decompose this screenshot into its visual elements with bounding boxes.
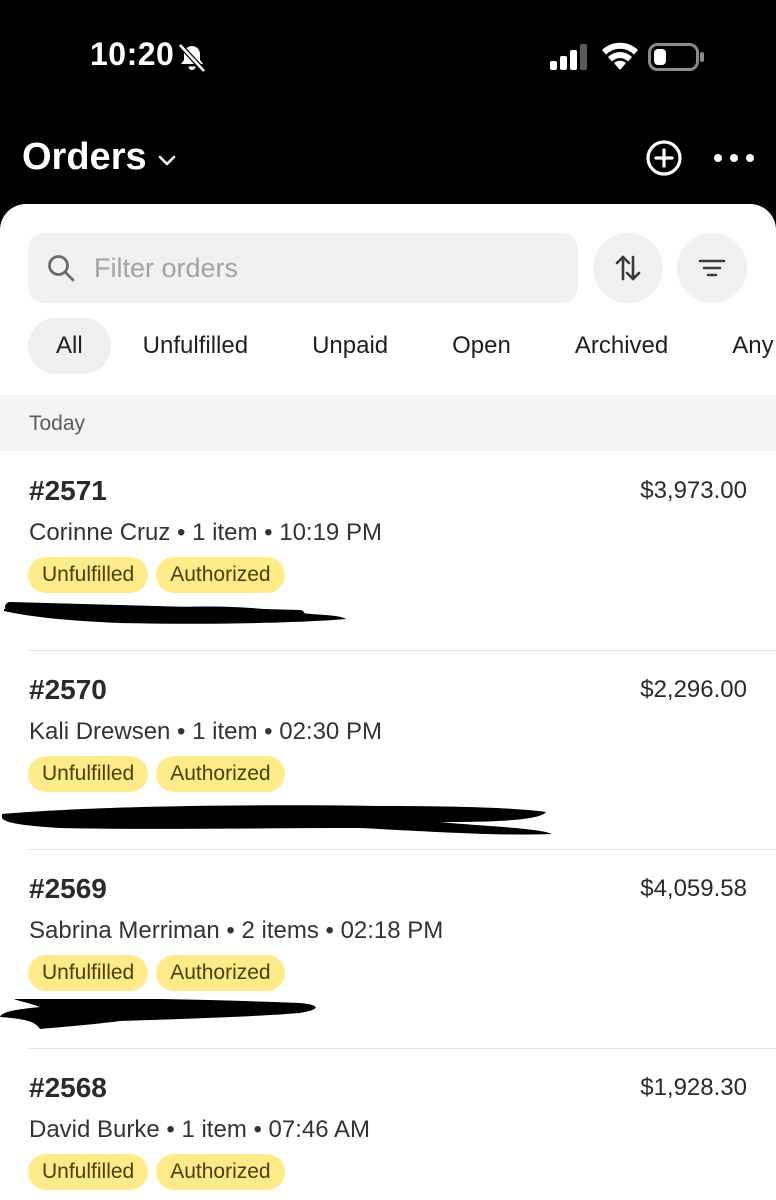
tab-all[interactable]: All	[28, 318, 111, 374]
fulfillment-status-badge: Unfulfilled	[28, 756, 149, 792]
order-row[interactable]: #2570 $2,296.00 Kali Drewsen • 1 item • …	[0, 650, 776, 849]
order-meta: David Burke • 1 item • 07:46 AM	[29, 1116, 370, 1143]
order-number: #2569	[29, 873, 107, 904]
order-meta: Kali Drewsen • 1 item • 02:30 PM	[29, 718, 382, 745]
order-number: #2568	[29, 1072, 107, 1103]
section-header: Today	[0, 395, 776, 451]
more-options-button[interactable]	[712, 142, 756, 174]
fulfillment-status-badge: Unfulfilled	[28, 1154, 149, 1190]
payment-status-badge: Authorized	[156, 1154, 285, 1190]
status-bar: 10:20	[0, 0, 776, 110]
bell-slash-icon	[178, 43, 206, 73]
fulfillment-status-badge: Unfulfilled	[28, 955, 149, 991]
tab-open[interactable]: Open	[420, 318, 543, 374]
payment-status-badge: Authorized	[156, 955, 285, 991]
order-badges: Unfulfilled Authorized	[28, 1154, 293, 1190]
orders-view-selector[interactable]: Orders	[22, 136, 179, 179]
app-header: Orders	[0, 110, 776, 210]
order-number: #2571	[29, 475, 107, 506]
order-meta: Sabrina Merriman • 2 items • 02:18 PM	[29, 917, 444, 944]
redaction-scribble	[0, 999, 316, 1029]
payment-status-badge: Authorized	[156, 756, 285, 792]
orders-sheet: All Unfulfilled Unpaid Open Archived Any…	[0, 204, 776, 1200]
wifi-icon	[602, 42, 638, 70]
order-total: $4,059.58	[640, 875, 747, 902]
order-badges: Unfulfilled Authorized	[28, 955, 293, 991]
tab-archived[interactable]: Archived	[543, 318, 700, 374]
tab-unfulfilled[interactable]: Unfulfilled	[111, 318, 280, 374]
cellular-signal-icon	[550, 44, 587, 70]
search-box[interactable]	[28, 233, 578, 303]
order-total: $1,928.30	[640, 1074, 747, 1101]
order-list: #2571 $3,973.00 Corinne Cruz • 1 item • …	[0, 451, 776, 1200]
order-badges: Unfulfilled Authorized	[28, 557, 293, 593]
battery-icon	[648, 43, 704, 71]
section-label: Today	[29, 412, 86, 435]
filter-button[interactable]	[677, 233, 747, 303]
more-horizontal-icon	[714, 154, 722, 162]
order-number: #2570	[29, 674, 107, 705]
status-time: 10:20	[90, 36, 175, 72]
order-row[interactable]: #2571 $3,973.00 Corinne Cruz • 1 item • …	[0, 451, 776, 650]
sort-button[interactable]	[593, 233, 663, 303]
payment-status-badge: Authorized	[156, 557, 285, 593]
chevron-down-icon	[158, 155, 175, 165]
sort-arrows-icon	[615, 255, 641, 281]
add-order-button[interactable]	[644, 138, 684, 178]
order-row[interactable]: #2568 $1,928.30 David Burke • 1 item • 0…	[0, 1048, 776, 1200]
tab-unpaid[interactable]: Unpaid	[280, 318, 420, 374]
filter-lines-icon	[698, 259, 726, 277]
redaction-scribble	[2, 805, 552, 835]
order-meta: Corinne Cruz • 1 item • 10:19 PM	[29, 519, 382, 546]
tab-any[interactable]: Any	[700, 318, 776, 374]
search-input[interactable]	[92, 251, 556, 285]
order-badges: Unfulfilled Authorized	[28, 756, 293, 792]
order-row[interactable]: #2569 $4,059.58 Sabrina Merriman • 2 ite…	[0, 849, 776, 1048]
page-title: Orders	[22, 136, 147, 178]
order-total: $3,973.00	[640, 477, 747, 504]
fulfillment-status-badge: Unfulfilled	[28, 557, 149, 593]
redaction-scribble	[4, 602, 346, 624]
search-icon	[48, 255, 75, 282]
order-total: $2,296.00	[640, 676, 747, 703]
order-status-tabs: All Unfulfilled Unpaid Open Archived Any	[28, 317, 776, 375]
